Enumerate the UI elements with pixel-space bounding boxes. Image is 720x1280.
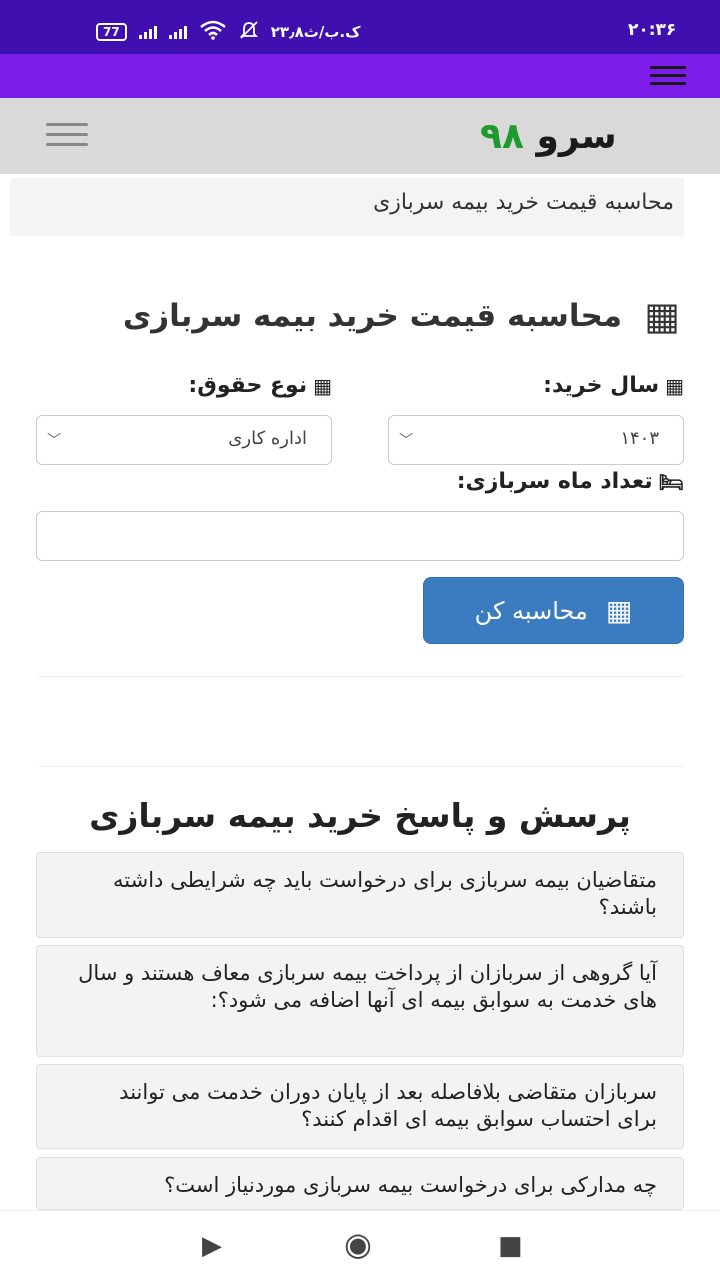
navigation-bar: ▶ ◉ ■ [0,1210,720,1280]
faq-item[interactable]: چه مدارکی برای درخواست بیمه سربازی موردن… [36,1157,684,1210]
faq-item[interactable]: متقاضیان بیمه سربازی برای درخواست باید چ… [36,852,684,938]
calculator-title-text: محاسبه قیمت خرید بیمه سربازی [122,298,623,334]
salary-type-label-text: نوع حقوق: [188,373,308,398]
months-label-text: تعداد ماه سربازی: [456,469,653,494]
divider [38,766,684,767]
recents-button[interactable]: ■ [498,1231,523,1261]
months-label: 🛏 تعداد ماه سربازی: [457,469,684,494]
year-select-value: ۱۴۰۳ [620,428,659,449]
clock: ۲۰:۳۶ [628,20,677,40]
calculator-icon: ▦ [605,594,633,627]
faq-item[interactable]: سربازان متقاضی بلافاصله بعد از پایان دور… [36,1064,684,1149]
calculate-button-label: محاسبه کن [474,596,588,625]
temperature-text: ۲۳٫۸ک.ب/ث [270,23,361,41]
salary-type-select[interactable]: اداره کاری ﹀ [36,415,332,465]
chevron-down-icon: ﹀ [47,433,61,449]
battery-icon: 77 [96,23,127,41]
mute-icon [239,20,259,44]
breadcrumb: محاسبه قیمت خرید بیمه سربازی [10,178,684,236]
calculator-icon: ▦ [644,294,680,338]
logo-number: ۹۸ [480,116,524,157]
year-label: ▦ سال خرید: [543,373,684,398]
divider [38,676,684,677]
year-select[interactable]: ۱۴۰۳ ﹀ [388,415,684,465]
chevron-down-icon: ﹀ [399,433,413,449]
calculate-button[interactable]: ▦ محاسبه کن [423,577,684,644]
site-header: سرو ۹۸ [0,98,720,174]
home-button[interactable]: ◉ [344,1225,372,1263]
status-bar: 77 ۲۳٫۸ک.ب/ث ۲۰:۳۶ [0,0,720,54]
signal-icon [138,25,157,39]
salary-type-label: ▦ نوع حقوق: [188,373,332,398]
status-icons: 77 ۲۳٫۸ک.ب/ث [96,20,360,44]
logo-text: سرو [536,116,617,157]
bed-icon: 🛏 [658,469,684,494]
app-bar [0,54,720,98]
site-logo[interactable]: سرو ۹۸ [480,116,617,157]
wifi-icon [199,20,227,44]
faq-item[interactable]: آیا گروهی از سربازان از پرداخت بیمه سربا… [36,945,684,1057]
hamburger-menu-icon[interactable] [46,123,88,149]
app-menu-icon[interactable] [650,66,686,88]
faq-title: پرسش و پاسخ خرید بیمه سربازی [89,796,631,835]
table-icon: ▦ [313,373,332,398]
calendar-icon: ▦ [665,373,684,398]
back-button[interactable]: ▶ [202,1231,222,1261]
salary-type-select-value: اداره کاری [228,428,307,449]
year-label-text: سال خرید: [543,373,660,398]
signal-icon [168,25,187,39]
months-input[interactable] [36,511,684,561]
calculator-title: ▦ محاسبه قیمت خرید بیمه سربازی [40,294,680,338]
